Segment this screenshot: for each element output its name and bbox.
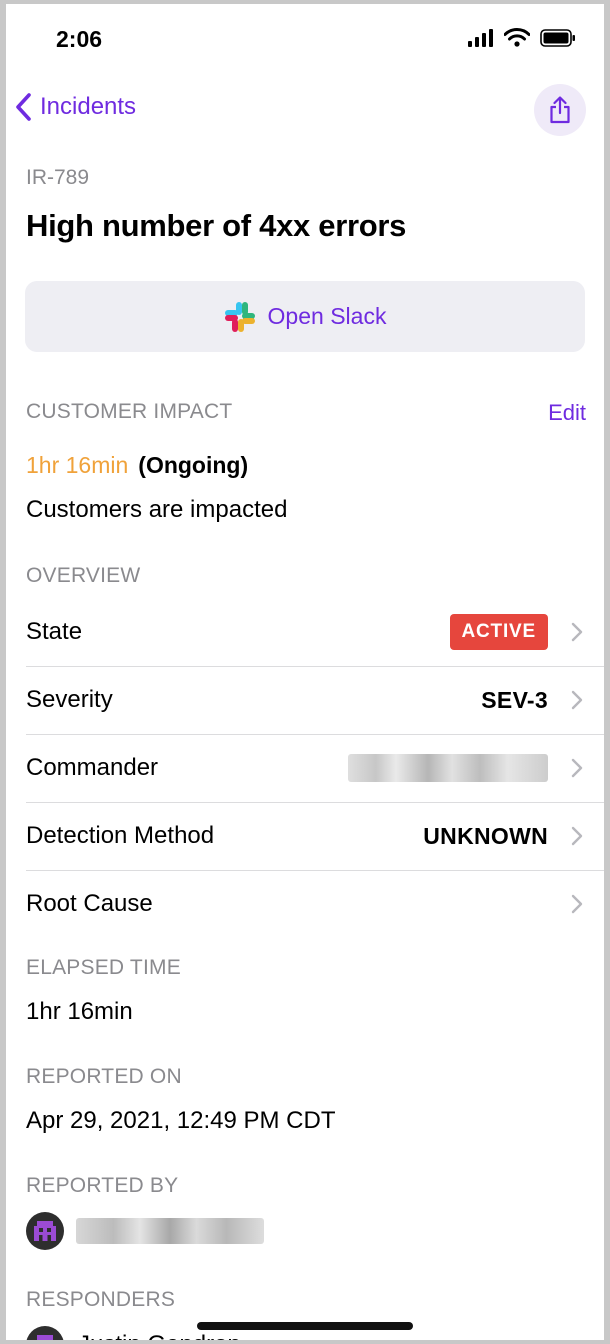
responders-heading: RESPONDERS	[26, 1288, 176, 1311]
incident-title: High number of 4xx errors	[26, 208, 407, 243]
battery-icon	[540, 28, 575, 47]
impact-status: (Ongoing)	[138, 452, 249, 478]
overview-row-severity[interactable]: Severity SEV-3	[26, 666, 604, 735]
reporter-name-redacted	[76, 1218, 264, 1244]
chevron-right-icon	[571, 690, 583, 710]
open-slack-button[interactable]: Open Slack	[25, 281, 585, 352]
row-label: Commander	[26, 754, 159, 781]
overview-row-root-cause[interactable]: Root Cause	[26, 870, 604, 938]
commander-name-redacted	[348, 754, 548, 782]
impact-duration: 1hr 16min	[26, 452, 129, 478]
chevron-right-icon	[571, 758, 583, 778]
avatar	[26, 1212, 64, 1250]
incident-id: IR-789	[26, 166, 90, 189]
back-label: Incidents	[40, 93, 137, 120]
detection-method-value: UNKNOWN	[423, 822, 548, 849]
chevron-left-icon	[16, 93, 31, 121]
responder-name: Justin Gendron	[78, 1331, 241, 1340]
elapsed-value: 1hr 16min	[26, 998, 133, 1025]
home-indicator	[197, 1322, 413, 1330]
overview-row-commander[interactable]: Commander	[26, 734, 604, 803]
chevron-right-icon	[571, 894, 583, 914]
impact-description: Customers are impacted	[26, 496, 288, 523]
impact-duration-row: 1hr 16min (Ongoing)	[26, 452, 248, 479]
status-time: 2:06	[56, 26, 103, 52]
edit-impact-button[interactable]: Edit	[548, 400, 586, 426]
back-button[interactable]: Incidents	[14, 92, 136, 122]
customer-impact-heading: CUSTOMER IMPACT	[26, 400, 233, 423]
open-slack-label: Open Slack	[267, 303, 387, 329]
row-label: Root Cause	[26, 890, 153, 917]
chevron-right-icon	[571, 826, 583, 846]
overview-row-state[interactable]: State ACTIVE	[26, 598, 604, 667]
pixel-avatar-icon	[37, 1335, 53, 1340]
row-label: State	[26, 618, 83, 645]
reported-on-heading: REPORTED ON	[26, 1065, 182, 1088]
share-icon	[550, 96, 570, 124]
reporter-row[interactable]	[26, 1212, 264, 1250]
elapsed-heading: ELAPSED TIME	[26, 956, 181, 979]
reported-on-value: Apr 29, 2021, 12:49 PM CDT	[26, 1107, 336, 1134]
overview-row-detection-method[interactable]: Detection Method UNKNOWN	[26, 802, 604, 871]
status-icons	[468, 28, 576, 47]
wifi-icon	[504, 28, 530, 47]
pixel-avatar-icon	[34, 1221, 56, 1241]
row-label: Detection Method	[26, 822, 215, 849]
chevron-right-icon	[571, 622, 583, 642]
avatar	[26, 1326, 64, 1340]
slack-icon	[224, 301, 255, 332]
signal-icon	[468, 28, 493, 47]
incident-detail-screen: 2:06 Incidents IR-789 High number of 4xx…	[6, 4, 604, 1340]
state-badge: ACTIVE	[449, 614, 548, 650]
row-label: Severity	[26, 686, 113, 713]
overview-heading: OVERVIEW	[26, 564, 141, 587]
share-button[interactable]	[534, 84, 586, 136]
severity-value: SEV-3	[481, 686, 548, 713]
reported-by-heading: REPORTED BY	[26, 1174, 179, 1197]
